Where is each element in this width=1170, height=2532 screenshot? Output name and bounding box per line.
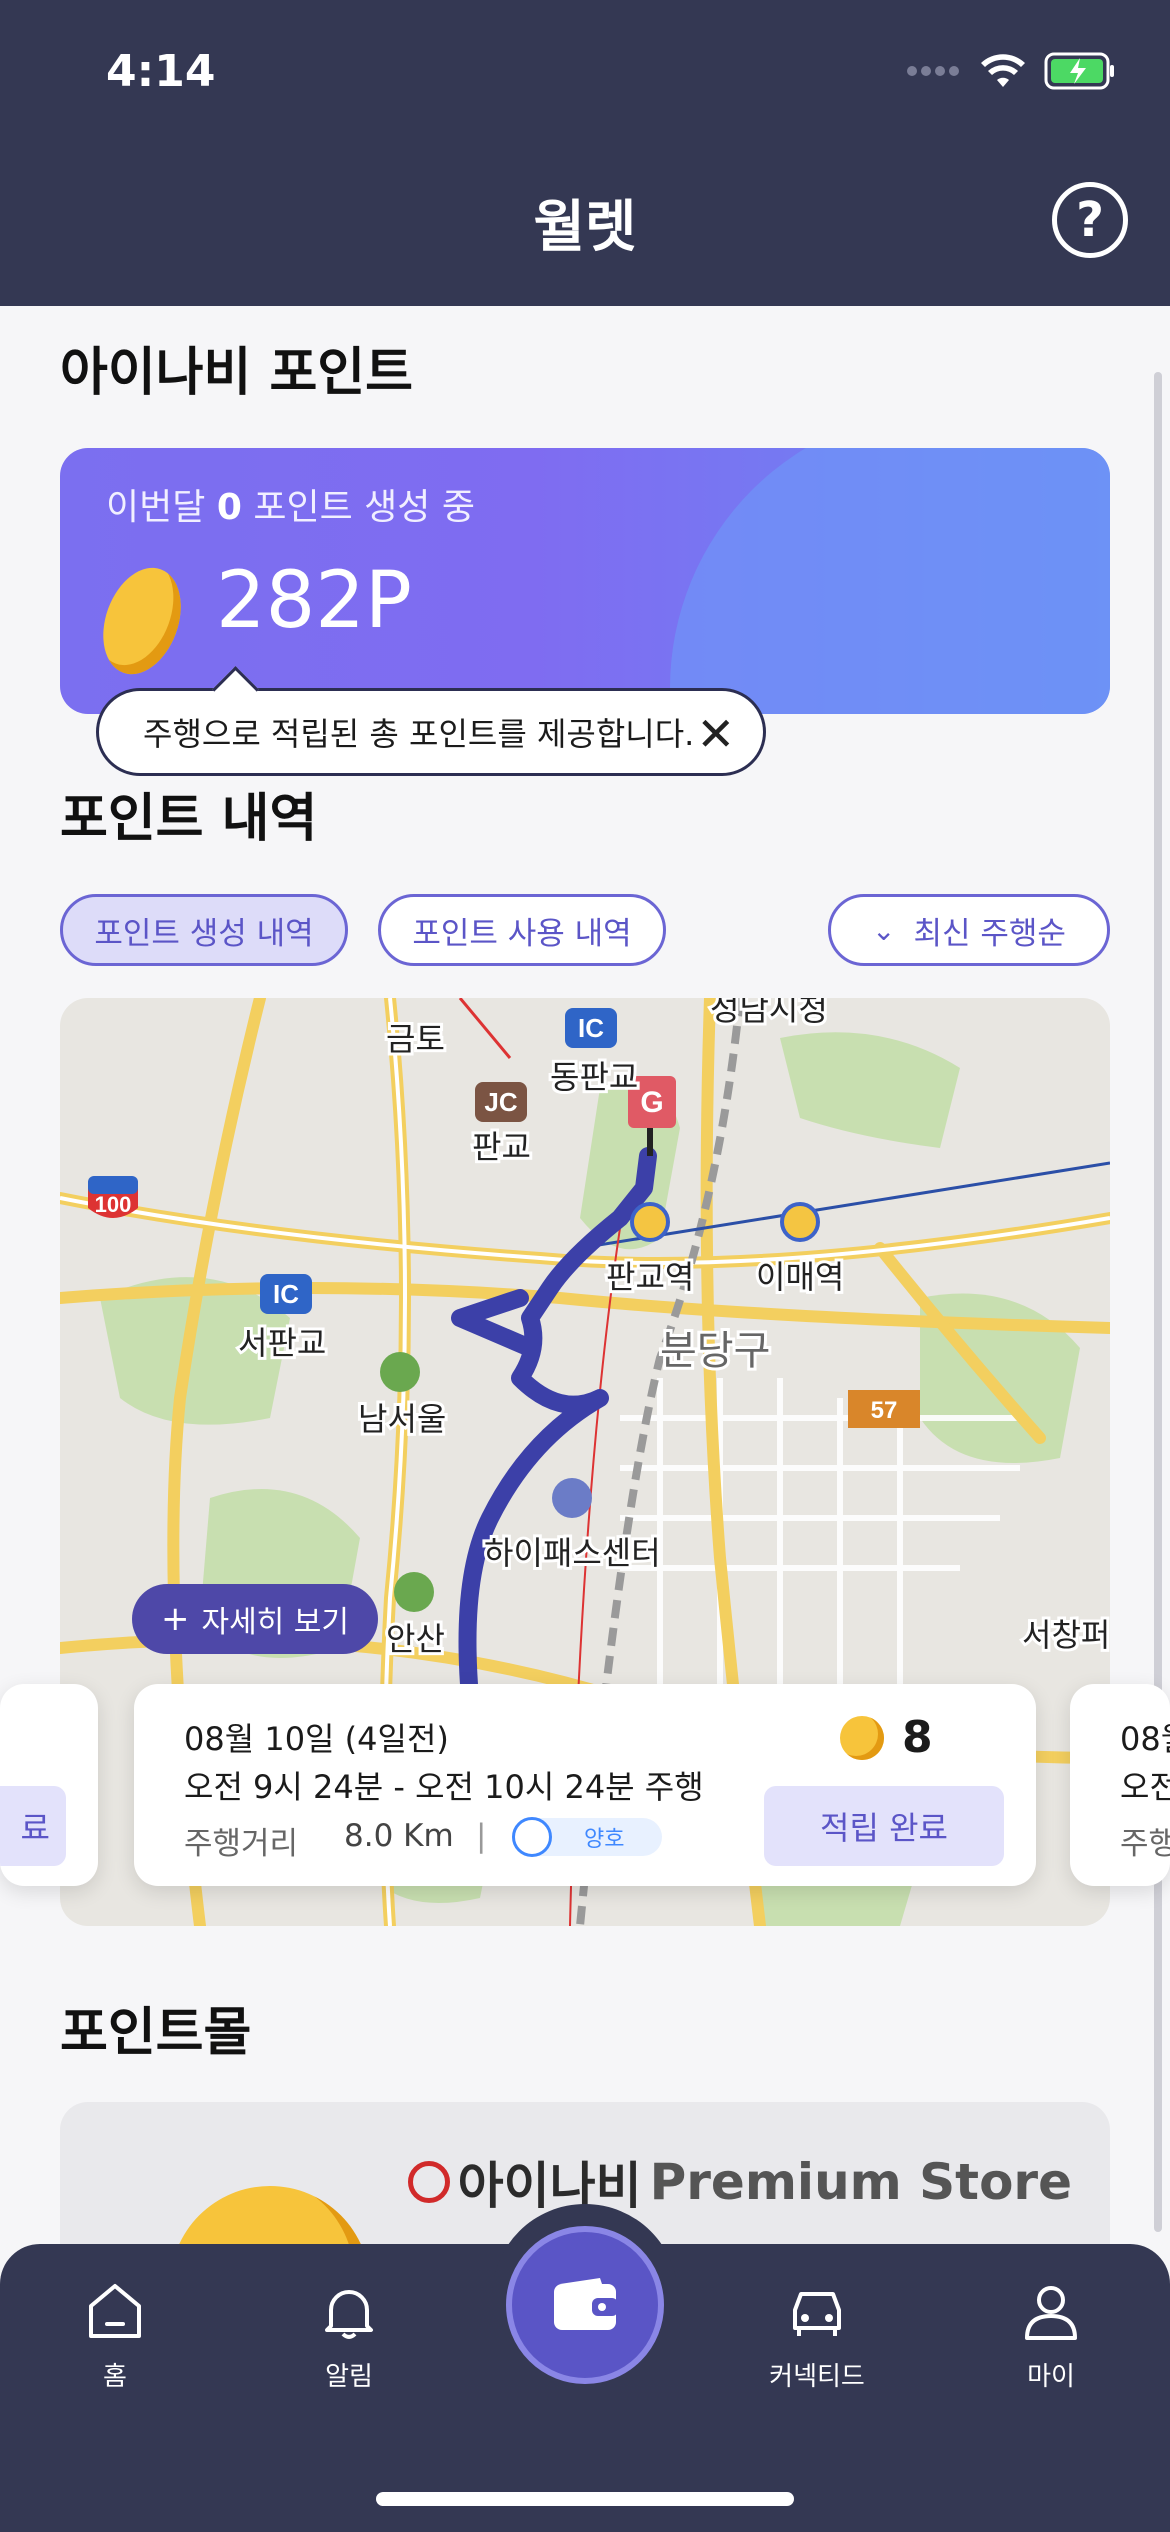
trip-card-previous[interactable]: 료 [0, 1684, 98, 1886]
plus-icon: + [160, 1599, 190, 1639]
smile-icon [512, 1817, 552, 1857]
close-icon[interactable]: ✕ [696, 707, 735, 761]
trip-card-next[interactable]: 08월 오전 주행 [1070, 1684, 1170, 1886]
section-title-points: 아이나비 포인트 [60, 343, 413, 403]
page-title: 월렛 [533, 195, 637, 260]
chevron-down-icon: ⌄ [872, 913, 896, 947]
points-total: 282P [216, 556, 412, 646]
trip-time: 오전 9시 24분 - 오전 10시 24분 주행 [184, 1768, 704, 1806]
trip-date: 08월 10일 (4일전) [184, 1720, 449, 1758]
svg-text:서창퍼: 서창퍼 [1022, 1617, 1110, 1653]
battery-charging-icon [1044, 52, 1114, 90]
status-icons [906, 52, 1116, 90]
svg-text:하이패스센터: 하이패스센터 [484, 1535, 661, 1571]
tooltip-text: 주행으로 적립된 총 포인트를 제공합니다. [143, 715, 695, 753]
car-icon [793, 2292, 841, 2336]
svg-text:100: 100 [95, 1192, 132, 1217]
coin-icon [840, 1716, 884, 1760]
svg-text:G: G [640, 1086, 663, 1119]
wifi-icon [981, 54, 1025, 87]
points-card: 이번달 0 포인트 생성 중 282P [60, 448, 1110, 714]
signal-icon [907, 66, 959, 76]
app-header: 4:14 월렛 ? [0, 0, 1170, 306]
filter-chip-earned[interactable]: 포인트 생성 내역 [60, 894, 348, 966]
scrollbar[interactable] [1154, 372, 1162, 2232]
distance-label: 주행거리 [184, 1826, 299, 1862]
svg-text:IC: IC [273, 1279, 299, 1309]
svg-text:판교: 판교 [472, 1129, 531, 1165]
home-indicator[interactable] [376, 2492, 794, 2506]
svg-text:남서울: 남서울 [358, 1401, 446, 1437]
divider: | [476, 1818, 487, 1854]
user-icon [1025, 2286, 1077, 2340]
view-details-button[interactable]: + 자세히 보기 [132, 1584, 378, 1654]
home-icon [89, 2284, 141, 2338]
nav-connected[interactable]: 커넥티드 [742, 2280, 892, 2393]
trip-points: 8 [902, 1712, 933, 1763]
previous-status-button[interactable]: 료 [0, 1786, 66, 1866]
nav-my[interactable]: 마이 [976, 2280, 1126, 2393]
svg-text:성남시청: 성남시청 [710, 998, 828, 1027]
store-brand: 아이나비 Premium Store [407, 2146, 1072, 2218]
nav-wallet[interactable] [506, 2226, 664, 2384]
svg-text:이매역: 이매역 [756, 1259, 844, 1295]
points-subtitle: 이번달 0 포인트 생성 중 [106, 487, 475, 528]
driving-rating-badge: 양호 [512, 1817, 662, 1857]
svg-text:서판교: 서판교 [238, 1325, 326, 1361]
section-title-history: 포인트 내역 [60, 789, 318, 849]
sort-dropdown[interactable]: ⌄ 최신 주행순 [828, 894, 1110, 966]
trip-card[interactable]: 08월 10일 (4일전) 오전 9시 24분 - 오전 10시 24분 주행 … [134, 1684, 1036, 1886]
wallet-icon [554, 2278, 618, 2330]
svg-text:동판교: 동판교 [550, 1059, 638, 1095]
coin-icon [89, 557, 195, 685]
svg-text:판교역: 판교역 [606, 1259, 694, 1295]
inavi-logo-icon [407, 2161, 450, 2203]
status-time: 4:14 [106, 46, 216, 97]
bell-icon [325, 2290, 373, 2339]
help-button[interactable]: ? [1052, 182, 1128, 258]
svg-text:JC: JC [484, 1087, 517, 1117]
nav-alerts[interactable]: 알림 [274, 2280, 424, 2393]
svg-text:금토: 금토 [386, 1021, 445, 1057]
sort-label: 최신 주행순 [913, 915, 1066, 952]
section-title-mall: 포인트몰 [60, 2003, 252, 2063]
points-tooltip: 주행으로 적립된 총 포인트를 제공합니다. ✕ [96, 688, 766, 776]
svg-text:안산: 안산 [386, 1621, 445, 1657]
distance-value: 8.0 Km [344, 1818, 454, 1854]
help-icon: ? [1076, 192, 1104, 248]
filter-chip-used[interactable]: 포인트 사용 내역 [378, 894, 666, 966]
svg-text:57: 57 [871, 1397, 898, 1424]
earned-status-button[interactable]: 적립 완료 [764, 1786, 1004, 1866]
nav-home[interactable]: 홈 [40, 2280, 190, 2393]
svg-text:분당구: 분당구 [660, 1329, 770, 1373]
svg-text:IC: IC [578, 1013, 604, 1043]
